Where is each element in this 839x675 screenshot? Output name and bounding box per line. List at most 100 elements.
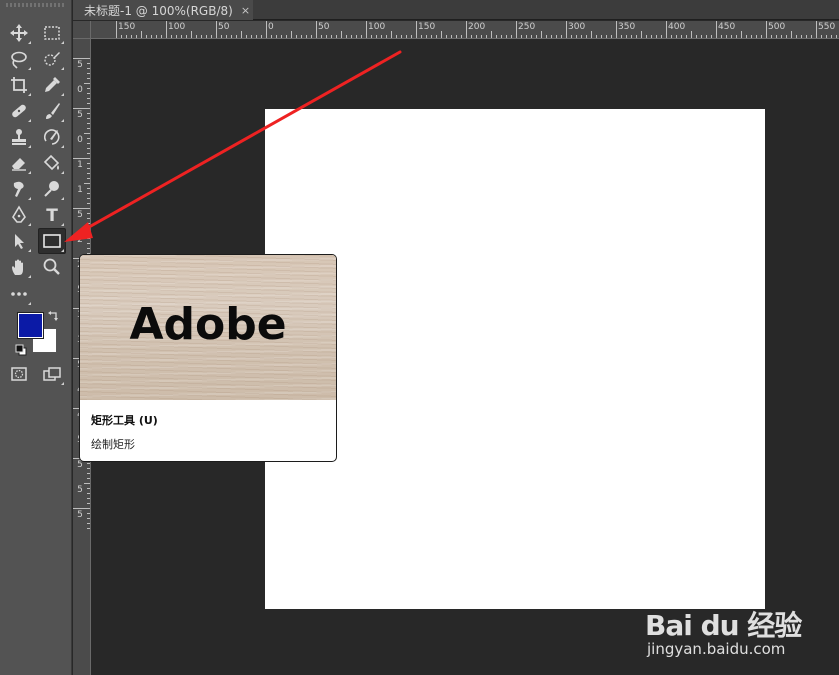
- move-icon[interactable]: [6, 21, 32, 45]
- quick-mask-icon[interactable]: [6, 362, 32, 386]
- ruler-minor-tick: [87, 193, 90, 194]
- ruler-minor-tick: [501, 35, 502, 38]
- ruler-minor-tick: [421, 35, 422, 38]
- ruler-minor-tick: [686, 35, 687, 38]
- path-select-icon[interactable]: [6, 229, 32, 253]
- default-colors-icon[interactable]: [14, 343, 28, 357]
- eraser-icon[interactable]: [6, 151, 32, 175]
- ruler-minor-tick: [831, 35, 832, 38]
- ruler-minor-tick: [87, 488, 90, 489]
- tooltip-preview-image: Adobe: [80, 255, 336, 400]
- rectangle-icon[interactable]: [38, 228, 66, 254]
- ruler-minor-tick: [291, 31, 292, 38]
- document-canvas[interactable]: [265, 109, 765, 609]
- ruler-minor-tick: [87, 93, 90, 94]
- history-brush-icon[interactable]: [39, 125, 65, 149]
- eyedropper-icon[interactable]: [39, 73, 65, 97]
- panel-grip[interactable]: [6, 3, 66, 7]
- ruler-minor-tick: [836, 35, 837, 38]
- quick-select-icon[interactable]: [39, 47, 65, 71]
- ruler-minor-tick: [171, 35, 172, 38]
- ruler-minor-tick: [87, 118, 90, 119]
- paint-bucket-icon[interactable]: [39, 151, 65, 175]
- ruler-minor-tick: [161, 35, 162, 38]
- ruler-label: 350: [618, 22, 636, 32]
- hand-icon[interactable]: [6, 255, 32, 279]
- ruler-minor-tick: [456, 35, 457, 38]
- ruler-minor-tick: [87, 523, 90, 524]
- ruler-minor-tick: [641, 31, 642, 38]
- ruler-label: 500: [768, 22, 786, 32]
- swap-colors-icon[interactable]: [46, 310, 60, 324]
- ruler-major-tick: [216, 21, 217, 38]
- brush-icon[interactable]: [39, 99, 65, 123]
- ruler-minor-tick: [236, 35, 237, 38]
- ruler-minor-tick: [261, 35, 262, 38]
- ruler-label: 0: [268, 22, 274, 32]
- ruler-minor-tick: [591, 31, 592, 38]
- ruler-minor-tick: [87, 513, 90, 514]
- ruler-minor-tick: [271, 35, 272, 38]
- ruler-major-tick: [616, 21, 617, 38]
- ruler-minor-tick: [426, 35, 427, 38]
- ruler-minor-tick: [87, 68, 90, 69]
- pen-icon[interactable]: [6, 203, 32, 227]
- ruler-minor-tick: [87, 163, 90, 164]
- ruler-minor-tick: [151, 35, 152, 38]
- healing-brush-icon[interactable]: [6, 99, 32, 123]
- dodge-icon[interactable]: [39, 177, 65, 201]
- ruler-minor-tick: [691, 31, 692, 38]
- ruler-minor-tick: [87, 178, 90, 179]
- ruler-tick: [84, 133, 90, 134]
- lasso-icon[interactable]: [6, 47, 32, 71]
- ruler-label: 550: [818, 22, 836, 32]
- ruler-minor-tick: [87, 468, 90, 469]
- smudge-icon[interactable]: [6, 177, 32, 201]
- ruler-minor-tick: [701, 35, 702, 38]
- ruler-minor-tick: [301, 35, 302, 38]
- ruler-tick: [84, 183, 90, 184]
- stamp-icon[interactable]: [6, 125, 32, 149]
- ruler-minor-tick: [87, 238, 90, 239]
- ruler-minor-tick: [611, 35, 612, 38]
- ruler-major-tick: [766, 21, 767, 38]
- ruler-minor-tick: [496, 35, 497, 38]
- ruler-minor-tick: [126, 35, 127, 38]
- ruler-minor-tick: [826, 35, 827, 38]
- crop-icon[interactable]: [6, 73, 32, 97]
- close-icon[interactable]: ×: [241, 4, 250, 17]
- ruler-major-tick: [366, 21, 367, 38]
- ruler-minor-tick: [371, 35, 372, 38]
- ruler-minor-tick: [536, 35, 537, 38]
- ruler-label: 50: [318, 22, 330, 32]
- marquee-icon[interactable]: [39, 21, 65, 45]
- document-tab[interactable]: 未标题-1 @ 100%(RGB/8) ×: [73, 0, 253, 20]
- ruler-minor-tick: [801, 35, 802, 38]
- ruler-label: 150: [118, 22, 136, 32]
- ruler-minor-tick: [87, 128, 90, 129]
- ruler-minor-tick: [436, 35, 437, 38]
- ruler-minor-tick: [331, 35, 332, 38]
- ruler-minor-tick: [401, 35, 402, 38]
- type-icon[interactable]: T: [39, 203, 65, 227]
- ruler-minor-tick: [791, 31, 792, 38]
- ruler-minor-tick: [196, 35, 197, 38]
- screen-mode-icon[interactable]: [39, 362, 65, 386]
- ruler-label: 5: [77, 110, 83, 120]
- ruler-minor-tick: [821, 35, 822, 38]
- ruler-horizontal[interactable]: 150 100 50 0 50 100 150 200 250 300 350 400 450 500 55…: [91, 21, 839, 39]
- ruler-minor-tick: [721, 35, 722, 38]
- zoom-icon[interactable]: [39, 255, 65, 279]
- ruler-minor-tick: [636, 35, 637, 38]
- ruler-origin[interactable]: [73, 21, 91, 39]
- photoshop-window: T 未标题-1 @ 100%(RGB/8) × 150 100 50 0 50 …: [0, 0, 839, 675]
- ruler-minor-tick: [176, 35, 177, 38]
- more-tools-icon[interactable]: [6, 282, 32, 306]
- foreground-color-swatch[interactable]: [17, 312, 44, 339]
- ruler-minor-tick: [546, 35, 547, 38]
- ruler-minor-tick: [411, 35, 412, 38]
- ruler-minor-tick: [211, 35, 212, 38]
- ruler-label: 0: [77, 85, 83, 95]
- ruler-minor-tick: [696, 35, 697, 38]
- ruler-minor-tick: [526, 35, 527, 38]
